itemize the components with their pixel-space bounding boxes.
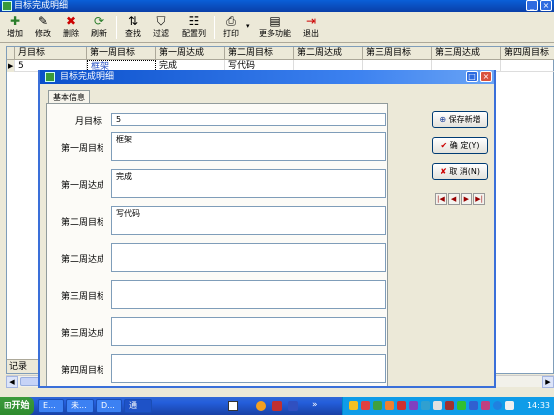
cross-icon: ✘ — [439, 167, 447, 176]
print-dropdown-arrow-icon[interactable]: ▾ — [246, 22, 250, 30]
week3-target-field[interactable] — [111, 280, 386, 309]
quicklaunch-icon[interactable] — [288, 401, 298, 411]
save-icon: ⊕ — [439, 115, 447, 124]
form-panel: 月目标： 5 第一周目标： 框架 第一周达成： 完成 第二周目标： 写代码 第二… — [46, 103, 388, 386]
taskbar: ⊞开始 E... 未... D... 通 » 14:33 — [0, 397, 554, 415]
checkmark-icon: ✔ — [440, 141, 448, 150]
first-record-icon[interactable]: |◀ — [435, 193, 447, 205]
language-bar-icon[interactable] — [228, 401, 238, 411]
windows-logo-icon: ⊞ — [4, 401, 12, 411]
column-header[interactable]: 第三周目标 — [363, 47, 432, 60]
volume-icon[interactable] — [505, 401, 514, 410]
more-icon: ▤ — [269, 14, 281, 28]
ok-button[interactable]: ✔ 确 定(Y) — [432, 137, 488, 154]
cancel-button[interactable]: ✘ 取 消(N) — [432, 163, 488, 180]
label-clip — [103, 104, 111, 386]
dialog-maximize-button[interactable]: □ — [466, 71, 478, 82]
refresh-icon: ⟳ — [93, 14, 105, 28]
dialog-title: 目标完成明细 — [60, 72, 115, 82]
app-icon — [2, 1, 12, 11]
monthly-target-field[interactable]: 5 — [111, 113, 386, 126]
tray-icon[interactable] — [349, 401, 358, 410]
column-header[interactable]: 第一周目标 — [87, 47, 156, 60]
quicklaunch-icon[interactable] — [256, 401, 266, 411]
delete-icon: ✖ — [65, 14, 77, 28]
clock[interactable]: 14:33 — [527, 397, 550, 415]
tray-icon[interactable] — [373, 401, 382, 410]
tray-icon[interactable] — [457, 401, 466, 410]
prev-record-icon[interactable]: ◀ — [447, 193, 460, 205]
refresh-button[interactable]: ⟳ 刷新 — [88, 14, 110, 41]
exit-button[interactable]: ⇥ 退出 — [300, 14, 322, 41]
tray-icon[interactable] — [361, 401, 370, 410]
tray-icon[interactable] — [445, 401, 454, 410]
week2-done-field[interactable] — [111, 243, 386, 272]
column-header[interactable]: 第四周目标 — [501, 47, 554, 60]
column-header[interactable]: 第三周达成 — [432, 47, 501, 60]
next-record-icon[interactable]: ▶ — [460, 193, 473, 205]
find-button[interactable]: ⇅ 查找 — [122, 14, 144, 41]
columns-icon: ☷ — [188, 14, 200, 28]
week4-target-field[interactable] — [111, 354, 386, 383]
edit-icon: ✎ — [37, 14, 49, 28]
exit-icon: ⇥ — [305, 14, 317, 28]
tray-icon[interactable] — [493, 401, 502, 410]
sort-find-icon: ⇅ — [127, 14, 139, 28]
taskbar-button-active[interactable]: 通 — [124, 399, 152, 413]
add-icon: ✚ — [9, 14, 21, 28]
dialog-close-button[interactable]: × — [480, 71, 492, 82]
column-header[interactable]: 第二周目标 — [225, 47, 294, 60]
table-cell[interactable] — [501, 60, 554, 72]
tab-basic-info[interactable]: 基本信息 — [48, 90, 90, 104]
toolbar-separator — [116, 16, 117, 39]
system-tray: 14:33 — [342, 397, 554, 415]
tray-icon[interactable] — [469, 401, 478, 410]
chevron-double-icon[interactable]: » — [312, 400, 318, 410]
print-button[interactable]: ⎙ 打印 — [218, 14, 244, 41]
column-header[interactable]: 第一周达成 — [156, 47, 225, 60]
scroll-left-icon[interactable]: ◀ — [6, 376, 18, 388]
config-columns-button[interactable]: ☷ 配置列 — [178, 14, 210, 41]
tray-icon[interactable] — [397, 401, 406, 410]
week1-target-field[interactable]: 框架 — [111, 132, 386, 161]
row-indicator-header — [7, 47, 15, 60]
column-header[interactable]: 第二周达成 — [294, 47, 363, 60]
taskbar-button[interactable]: E... — [38, 399, 64, 413]
quicklaunch-icon[interactable] — [272, 401, 282, 411]
add-button[interactable]: ✚ 增加 — [4, 14, 26, 41]
close-window-button[interactable]: × — [540, 0, 552, 11]
grid-header: 月目标 第一周目标 第一周达成 第二周目标 第二周达成 第三周目标 第三周达成 … — [7, 47, 554, 60]
save-new-button[interactable]: ⊕ 保存新增 — [432, 111, 488, 128]
filter-button[interactable]: ⛉ 过滤 — [150, 14, 172, 41]
tray-icon[interactable] — [421, 401, 430, 410]
week1-done-field[interactable]: 完成 — [111, 169, 386, 198]
dialog-titlebar[interactable]: 目标完成明细 □ × — [40, 70, 494, 84]
window-title: 目标完成明细 — [14, 1, 69, 11]
toolbar: ✚ 增加 ✎ 修改 ✖ 删除 ⟳ 刷新 ⇅ 查找 ⛉ 过滤 ☷ 配置列 ⎙ 打印 ▾ ▤ 更多功能… — [0, 12, 554, 43]
taskbar-button[interactable]: D... — [96, 399, 122, 413]
tray-icon[interactable] — [385, 401, 394, 410]
detail-dialog: 目标完成明细 □ × 基本信息 月目标： 5 第一周目标： 框架 第一周达成： … — [38, 70, 496, 388]
taskbar-button[interactable]: 未... — [66, 399, 94, 413]
last-record-icon[interactable]: ▶| — [473, 193, 485, 205]
tray-icon[interactable] — [433, 401, 442, 410]
edit-button[interactable]: ✎ 修改 — [32, 14, 54, 41]
record-navigator: |◀ ◀ ▶ ▶| — [435, 193, 485, 205]
toolbar-separator — [214, 16, 215, 39]
more-functions-button[interactable]: ▤ 更多功能 — [256, 14, 294, 41]
tray-icon[interactable] — [481, 401, 490, 410]
tray-icon[interactable] — [409, 401, 418, 410]
printer-icon: ⎙ — [226, 14, 236, 28]
week2-target-field[interactable]: 写代码 — [111, 206, 386, 235]
dialog-app-icon — [45, 72, 55, 82]
scroll-right-icon[interactable]: ▶ — [542, 376, 554, 388]
minimize-button[interactable]: _ — [526, 0, 538, 11]
delete-button[interactable]: ✖ 删除 — [60, 14, 82, 41]
start-button[interactable]: ⊞开始 — [0, 397, 34, 415]
filter-icon: ⛉ — [156, 14, 166, 28]
row-indicator: ▶ — [7, 60, 15, 72]
main-window-titlebar: 目标完成明细 _ × — [0, 0, 554, 12]
week3-done-field[interactable] — [111, 317, 386, 346]
column-header[interactable]: 月目标 — [15, 47, 87, 60]
